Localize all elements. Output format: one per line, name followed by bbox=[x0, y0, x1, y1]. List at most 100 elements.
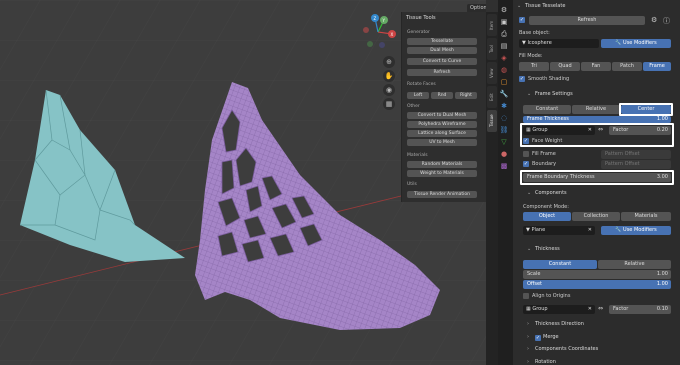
tissue-tools-panel: Tissue Tools Generator Tessellate Dual M… bbox=[401, 12, 486, 202]
components-coordinates-header[interactable]: › Components Coordinates bbox=[525, 343, 598, 355]
particles-icon[interactable]: ✱ bbox=[499, 102, 509, 111]
component-mode-materials[interactable]: Materials bbox=[621, 212, 671, 221]
frame-settings-header[interactable]: ⌄ Frame Settings bbox=[525, 88, 573, 100]
swap-arrows-icon-2[interactable]: ⇔ bbox=[598, 305, 603, 312]
zoom-icon[interactable]: ⊕ bbox=[383, 56, 395, 68]
fill-mode-patch[interactable]: Patch bbox=[612, 62, 642, 71]
frame-thickness-slider[interactable]: Frame Thickness 1.00 bbox=[523, 116, 671, 123]
base-object-field[interactable]: ▼ Icosphere bbox=[519, 39, 599, 48]
tab-edit[interactable]: Edit bbox=[487, 86, 497, 108]
tool-settings-icon[interactable]: ⚙ bbox=[499, 6, 509, 15]
options-gear-icon[interactable]: ⚙ bbox=[651, 16, 657, 24]
blender-window: Options X Y Z ⊕ ✋ ◉ ▦ Tissue Tools Gener… bbox=[0, 0, 680, 365]
modifier-wrench-icon[interactable]: 🔧 bbox=[499, 90, 509, 99]
boundary-label: Boundary bbox=[532, 161, 557, 167]
dual-mesh-button[interactable]: Dual Mesh bbox=[407, 47, 477, 54]
tissue-render-animation-button[interactable]: Tissue Render Animation bbox=[407, 191, 477, 198]
gizmo-z-label: Z bbox=[374, 16, 377, 21]
fill-mode-quad[interactable]: Quad bbox=[550, 62, 580, 71]
smooth-shading-label: Smooth Shading bbox=[528, 76, 570, 82]
factor-field-2[interactable]: Factor 0.10 bbox=[609, 305, 671, 314]
fill-mode-frame[interactable]: Frame bbox=[643, 62, 671, 71]
constraints-icon[interactable]: ⛓ bbox=[499, 126, 509, 135]
thickness-header[interactable]: ⌄ Thickness bbox=[525, 243, 560, 255]
physics-icon[interactable]: ◌ bbox=[499, 114, 509, 123]
rotate-right-button[interactable]: Right bbox=[455, 92, 477, 99]
base-use-modifiers-button[interactable]: 🔧 Use Modifiers bbox=[601, 39, 671, 48]
uv-to-mesh-button[interactable]: UV to Mesh bbox=[407, 139, 477, 146]
rotate-random-button[interactable]: Rnd bbox=[431, 92, 453, 99]
fill-mode-label: Fill Mode: bbox=[519, 53, 543, 59]
refresh-button[interactable]: Refresh bbox=[407, 69, 477, 76]
components-header[interactable]: ⌄ Components bbox=[525, 187, 567, 199]
tissue-tesselate-header[interactable]: ⌄ Tissue Tesselate bbox=[515, 0, 565, 12]
tissue-tesselate-panel: ⌄ Tissue Tesselate ✓ Refresh ⚙ ⓘ Base obj… bbox=[512, 0, 680, 365]
navigation-gizmo[interactable]: X Y Z bbox=[360, 14, 396, 50]
world-icon[interactable]: ◍ bbox=[499, 66, 509, 75]
thickness-mode-relative[interactable]: Relative bbox=[598, 260, 671, 269]
weight-to-materials-button[interactable]: Weight to Materials bbox=[407, 170, 477, 177]
frame-mode-constant[interactable]: Constant bbox=[523, 105, 571, 114]
align-origins-checkbox[interactable] bbox=[523, 293, 529, 299]
tab-tissue[interactable]: Tissue bbox=[487, 110, 497, 132]
view-layer-icon[interactable]: ▤ bbox=[499, 42, 509, 51]
tessellate-button[interactable]: Tessellate bbox=[407, 38, 477, 45]
pan-hand-icon[interactable]: ✋ bbox=[383, 70, 395, 82]
scale-field[interactable]: Scale 1.00 bbox=[523, 270, 671, 279]
gizmo-x-label: X bbox=[391, 32, 394, 37]
frame-mode-relative[interactable]: Relative bbox=[572, 105, 620, 114]
sidebar-tab-strip: Item Tool View Edit Tissue bbox=[486, 12, 498, 365]
component-mode-object[interactable]: Object bbox=[523, 212, 571, 221]
3d-viewport[interactable]: Options X Y Z ⊕ ✋ ◉ ▦ Tissue Tools Gener… bbox=[0, 0, 486, 365]
render-icon[interactable]: ▣ bbox=[499, 18, 509, 27]
rotation-header[interactable]: › Rotation bbox=[525, 356, 556, 365]
tab-view[interactable]: View bbox=[487, 62, 497, 84]
utils-label: Utils bbox=[407, 182, 417, 187]
gizmo-y-label: Y bbox=[382, 18, 386, 23]
info-icon[interactable]: ⓘ bbox=[663, 16, 670, 26]
tab-item[interactable]: Item bbox=[487, 14, 497, 36]
properties-tab-column: ⚙ ▣ ⎙ ▤ ◈ ◍ ▢ 🔧 ✱ ◌ ⛓ ▽ ● ▩ bbox=[498, 0, 512, 365]
merge-header[interactable]: › ✓ Merge bbox=[525, 331, 559, 343]
refresh-props-button[interactable]: Refresh bbox=[529, 16, 645, 25]
highlight-center-box bbox=[619, 103, 673, 116]
align-origins-label: Align to Origins bbox=[532, 293, 571, 299]
boundary-checkbox[interactable]: ✓ bbox=[523, 161, 529, 167]
fill-mode-tri[interactable]: Tri bbox=[519, 62, 549, 71]
thickness-mode-constant[interactable]: Constant bbox=[523, 260, 597, 269]
output-icon[interactable]: ⎙ bbox=[499, 30, 509, 39]
auto-update-checkbox[interactable]: ✓ bbox=[519, 17, 525, 23]
scene-icon[interactable]: ◈ bbox=[499, 54, 509, 63]
smooth-shading-checkbox[interactable]: ✓ bbox=[519, 76, 525, 82]
component-mode-collection[interactable]: Collection bbox=[572, 212, 620, 221]
highlight-group-box bbox=[520, 123, 674, 147]
offset-field[interactable]: Offset 1.00 bbox=[523, 280, 671, 289]
thickness-direction-header[interactable]: › Thickness Direction bbox=[525, 318, 584, 330]
component-use-modifiers-button[interactable]: 🔧 Use Modifiers bbox=[601, 226, 671, 235]
random-materials-button[interactable]: Random Materials bbox=[407, 161, 477, 168]
generator-label: Generator bbox=[407, 30, 430, 35]
material-icon[interactable]: ● bbox=[499, 150, 509, 159]
pattern-offset-field-2[interactable]: Pattern Offset bbox=[601, 160, 671, 169]
lattice-along-surface-button[interactable]: Lattice along Surface bbox=[407, 130, 477, 137]
base-object-label: Base object: bbox=[519, 30, 550, 36]
highlight-boundary-box bbox=[520, 170, 674, 185]
grid-view-icon[interactable]: ▦ bbox=[383, 98, 395, 110]
convert-to-curve-button[interactable]: Convert to Curve bbox=[407, 58, 477, 65]
rotate-left-button[interactable]: Left bbox=[407, 92, 429, 99]
component-object-field[interactable]: ▼ Plane ✕ bbox=[523, 226, 595, 235]
camera-icon[interactable]: ◉ bbox=[383, 84, 395, 96]
fill-frame-checkbox[interactable] bbox=[523, 151, 529, 157]
tab-tool[interactable]: Tool bbox=[487, 38, 497, 60]
object-icon[interactable]: ▢ bbox=[499, 78, 509, 87]
polyhedra-wireframe-button[interactable]: Polyhedra Wireframe bbox=[407, 121, 477, 128]
convert-to-dual-mesh-button[interactable]: Convert to Dual Mesh bbox=[407, 112, 477, 119]
data-icon[interactable]: ▽ bbox=[499, 138, 509, 147]
merge-checkbox[interactable]: ✓ bbox=[535, 335, 541, 341]
vertex-group-field-2[interactable]: ▦ Group ✕ bbox=[523, 305, 595, 314]
component-mode-label: Component Mode: bbox=[523, 204, 569, 210]
tissue-tools-title: Tissue Tools bbox=[406, 15, 436, 21]
texture-icon[interactable]: ▩ bbox=[499, 162, 509, 171]
pattern-offset-field-1[interactable]: Pattern Offset bbox=[601, 150, 671, 159]
fill-mode-fan[interactable]: Fan bbox=[581, 62, 611, 71]
